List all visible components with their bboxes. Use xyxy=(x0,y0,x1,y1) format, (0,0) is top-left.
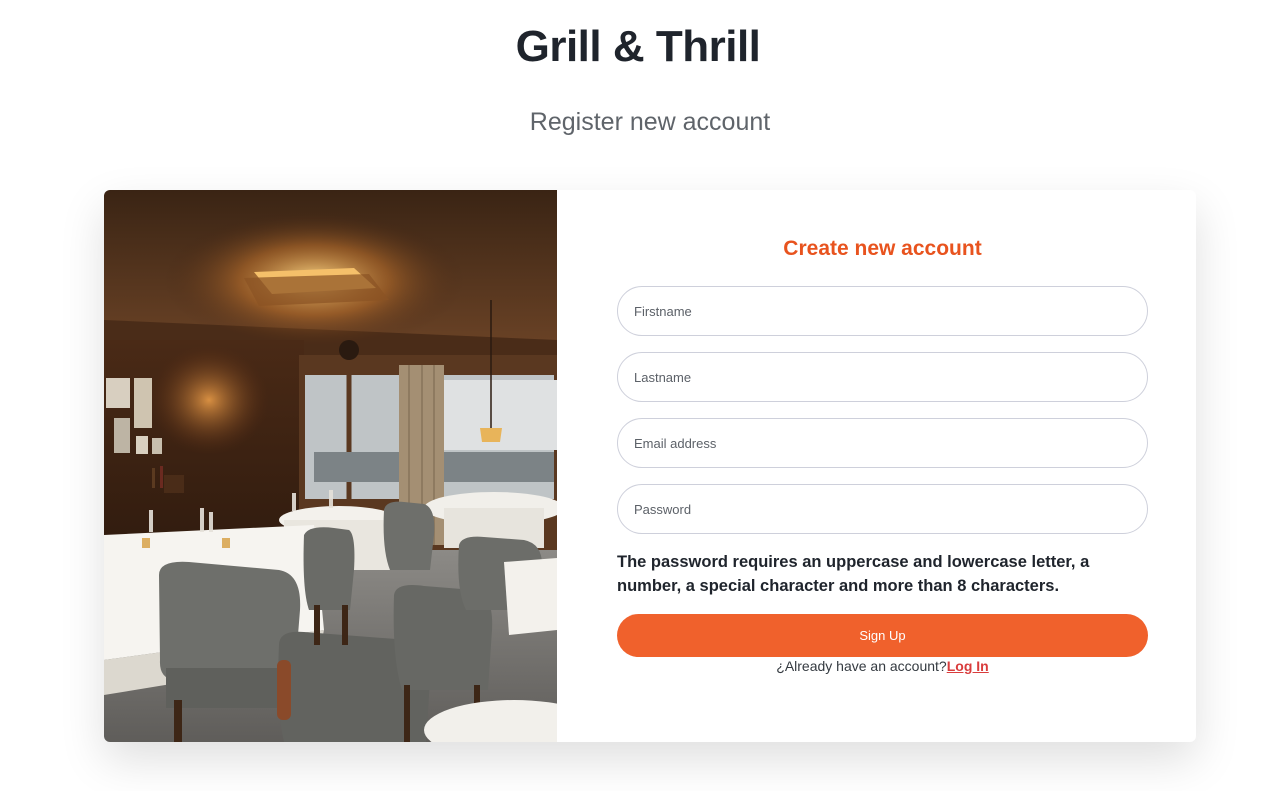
lastname-input[interactable] xyxy=(617,352,1148,402)
login-prompt-text: ¿Already have an account? xyxy=(776,658,947,674)
form-title: Create new account xyxy=(783,237,982,260)
register-form: Create new account The password requires… xyxy=(617,190,1148,742)
password-input[interactable] xyxy=(617,484,1148,534)
email-input[interactable] xyxy=(617,418,1148,468)
register-card: Create new account The password requires… xyxy=(104,190,1196,742)
firstname-input[interactable] xyxy=(617,286,1148,336)
password-hint: The password requires an uppercase and l… xyxy=(617,553,1090,595)
restaurant-photo xyxy=(104,190,557,742)
page-subtitle: Register new account xyxy=(529,108,771,136)
sign-up-button[interactable]: Sign Up xyxy=(617,614,1148,657)
brand-title: Grill & Thrill xyxy=(515,22,761,71)
login-prompt-row: ¿Already have an account?Log In xyxy=(617,658,1148,674)
login-link[interactable]: Log In xyxy=(947,658,989,674)
